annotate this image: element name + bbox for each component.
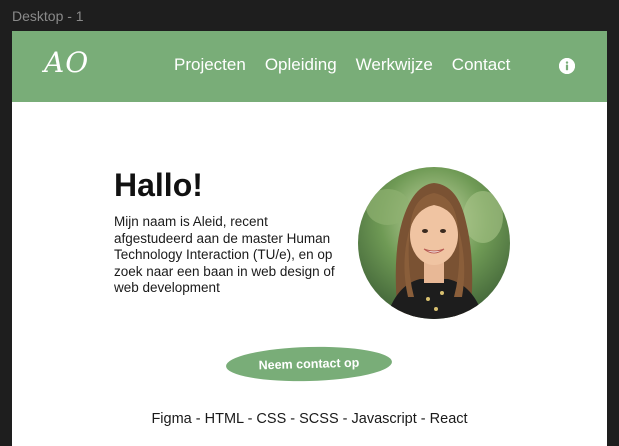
- skills-list: Figma - HTML - CSS - SCSS - Javascript -…: [151, 411, 468, 427]
- contact-button-label: Neem contact op: [258, 355, 360, 373]
- frame-label: Desktop - 1: [12, 8, 84, 24]
- contact-button[interactable]: Neem contact op: [225, 344, 393, 384]
- nav-item-werkwijze[interactable]: Werkwijze: [356, 55, 433, 75]
- avatar: [358, 167, 510, 319]
- nav-item-opleiding[interactable]: Opleiding: [265, 55, 337, 75]
- logo[interactable]: AO: [44, 46, 89, 79]
- nav-item-projecten[interactable]: Projecten: [174, 55, 246, 75]
- info-icon[interactable]: [559, 58, 575, 74]
- nav-links: Projecten Opleiding Werkwijze Contact: [174, 55, 529, 75]
- nav-item-contact[interactable]: Contact: [452, 55, 511, 75]
- hero-title: Hallo!: [114, 167, 203, 203]
- portrait-photo: [358, 167, 510, 319]
- desktop-frame: AO Projecten Opleiding Werkwijze Contact…: [12, 31, 607, 446]
- hero-text: Mijn naam is Aleid, recent afgestudeerd …: [114, 214, 335, 295]
- navbar: AO Projecten Opleiding Werkwijze Contact: [12, 31, 607, 102]
